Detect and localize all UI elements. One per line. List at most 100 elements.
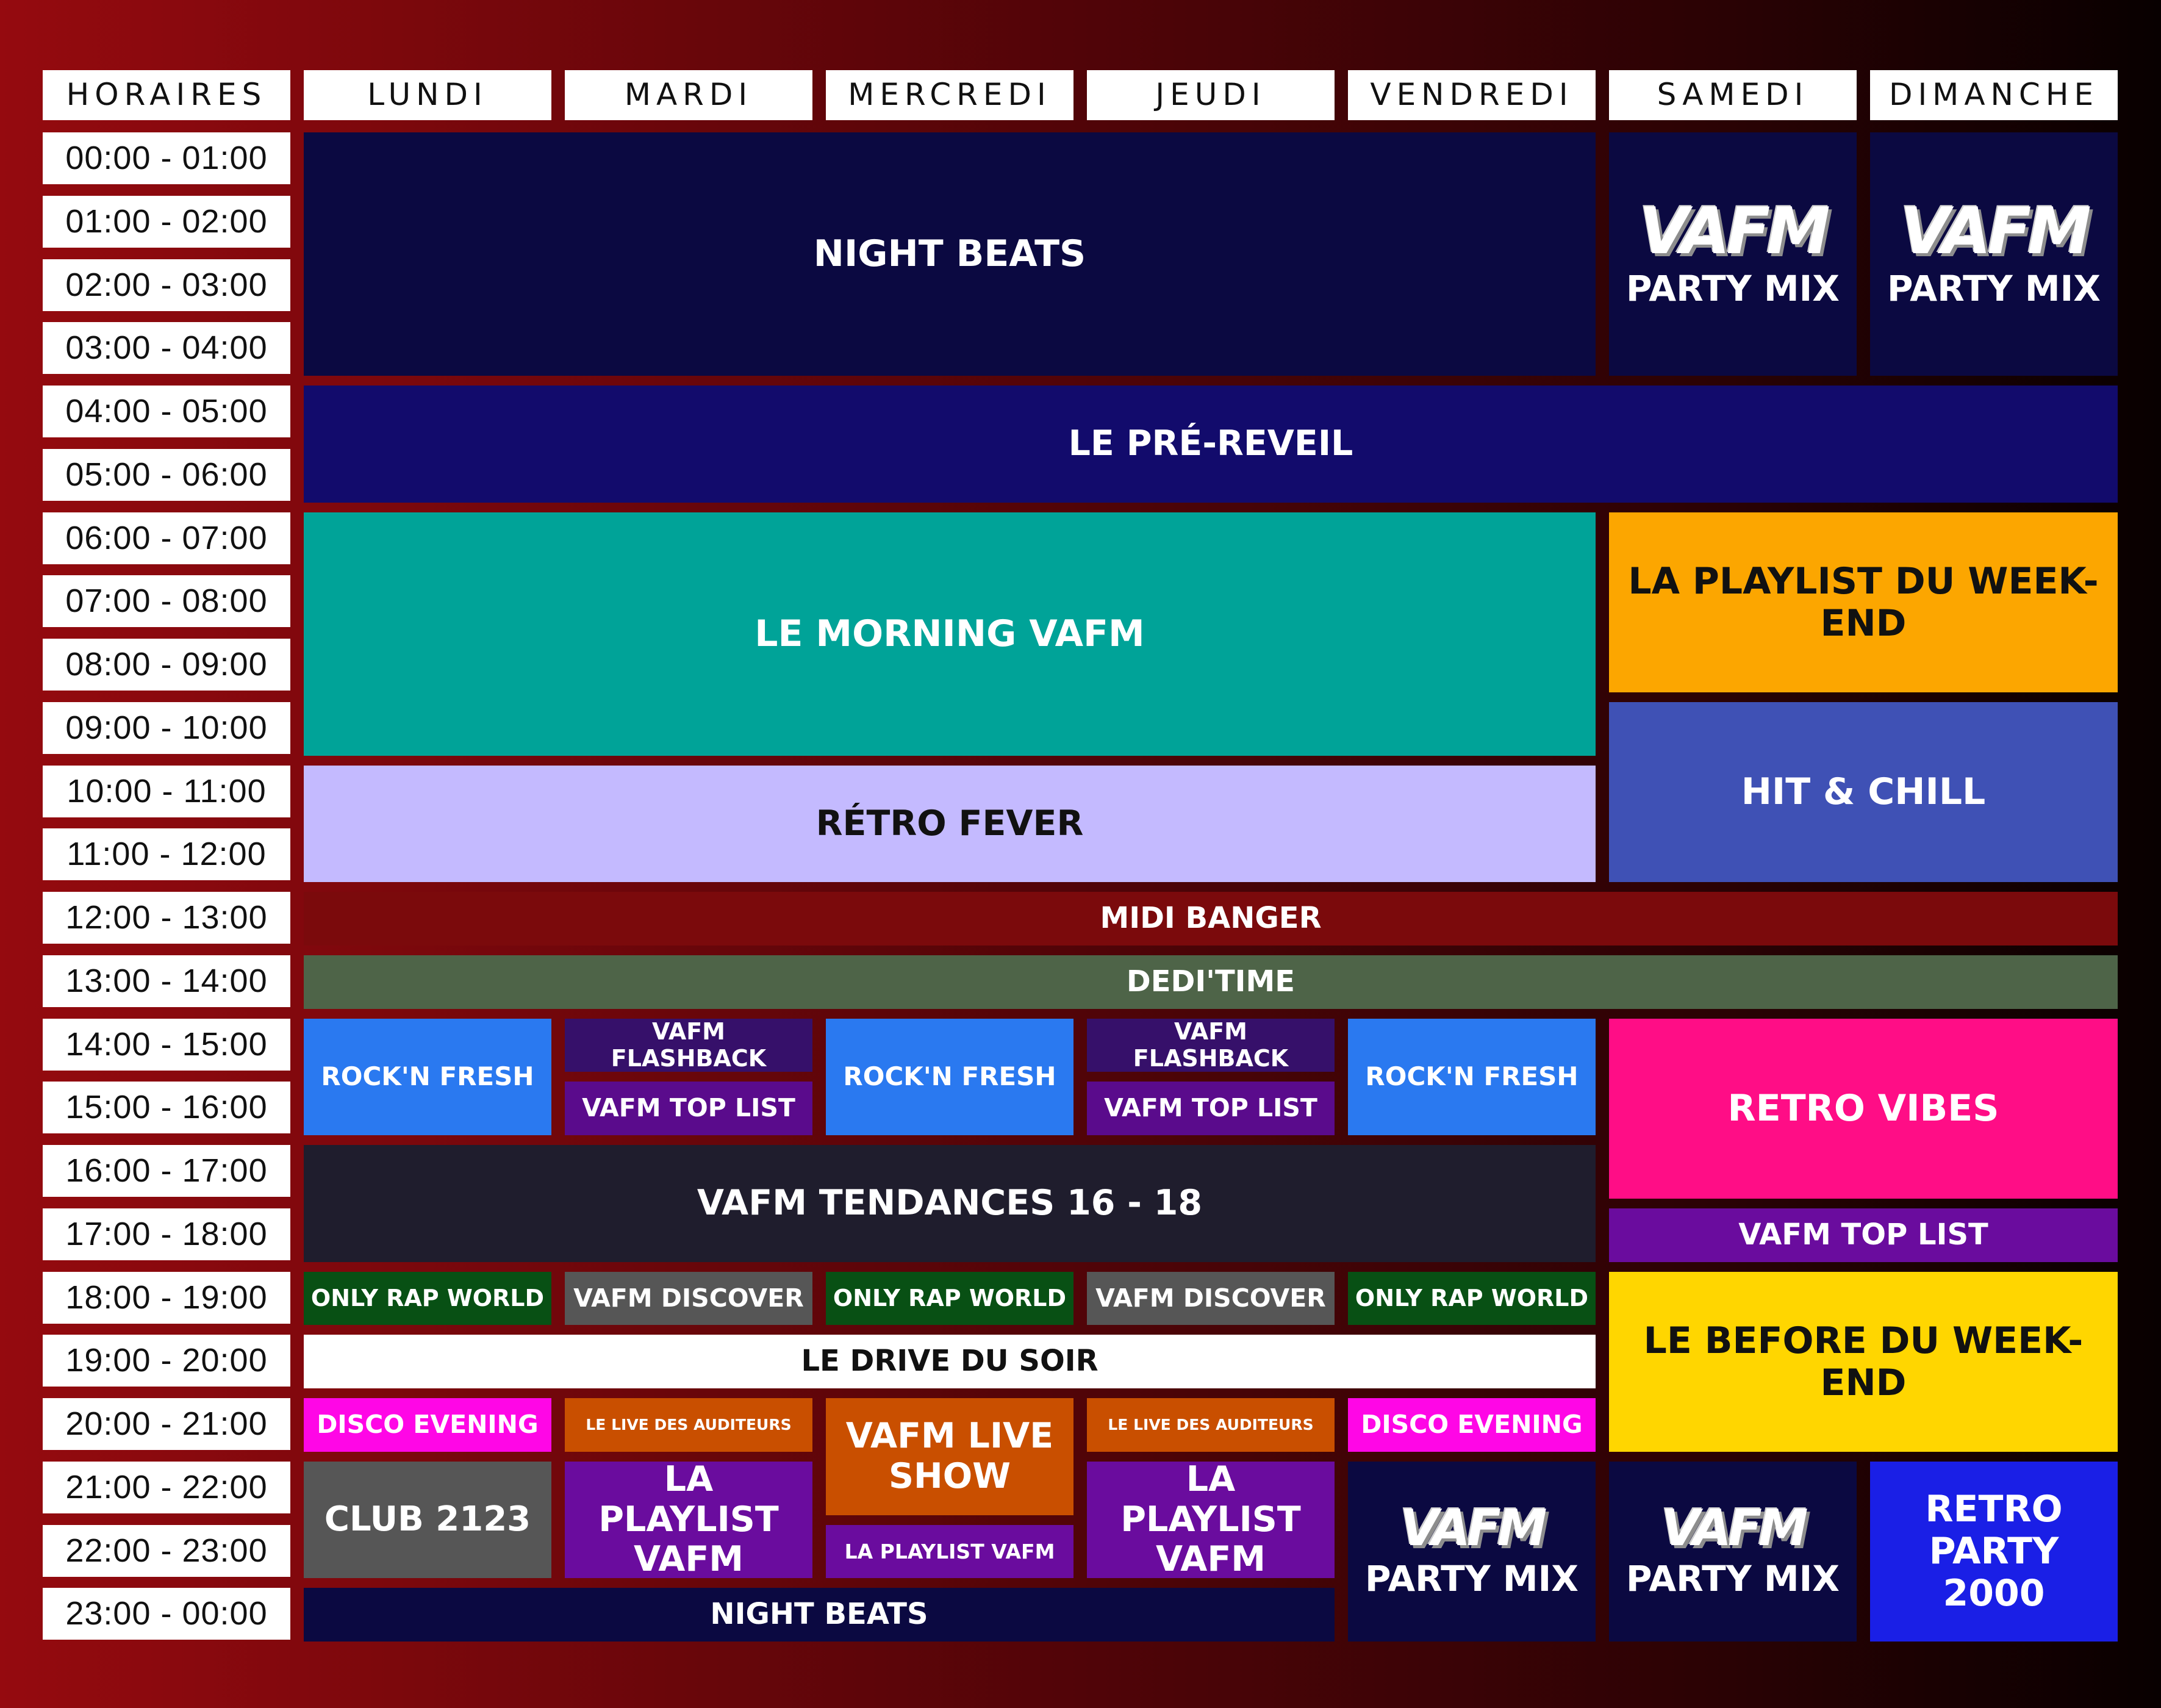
program-la-playlist-du-week-end[interactable]: LA PLAYLIST DU WEEK-END: [1609, 512, 2118, 692]
program-schedule-grid: HORAIRES LUNDI MARDI MERCREDI JEUDI VENDREDI S…: [0, 0, 2161, 1708]
program-party-mix[interactable]: VAFM PARTY MIX: [1609, 1462, 1857, 1642]
program-title: PARTY MIX: [1365, 1558, 1579, 1600]
time-slot: 08:00 - 09:00: [43, 639, 290, 691]
program-title: VAFM TOP LIST: [582, 1093, 795, 1123]
program-vafm-flashback[interactable]: VAFM FLASHBACK: [565, 1019, 812, 1072]
program-vafm-discover[interactable]: VAFM DISCOVER: [565, 1272, 812, 1325]
program-retro-fever[interactable]: RÉTRO FEVER: [304, 766, 1596, 882]
time-slot: 20:00 - 21:00: [43, 1398, 290, 1450]
program-title: ONLY RAP WORLD: [310, 1284, 545, 1312]
program-title: ROCK'N FRESH: [321, 1061, 534, 1092]
program-retro-vibes[interactable]: RETRO VIBES: [1609, 1019, 2118, 1199]
program-vafm-top-list[interactable]: VAFM TOP LIST: [1609, 1208, 2118, 1262]
time-slot: 22:00 - 23:00: [43, 1525, 290, 1577]
header-day-samedi: SAMEDI: [1609, 70, 1857, 120]
program-title: MIDI BANGER: [1100, 901, 1322, 936]
time-slot: 16:00 - 17:00: [43, 1145, 290, 1197]
program-vafm-live-show[interactable]: VAFM LIVE SHOW: [826, 1398, 1073, 1515]
program-only-rap-world[interactable]: ONLY RAP WORLD: [826, 1272, 1073, 1325]
program-title: ROCK'N FRESH: [1365, 1061, 1579, 1092]
program-title: NIGHT BEATS: [813, 232, 1086, 275]
time-slot: 21:00 - 22:00: [43, 1462, 290, 1513]
program-title: CLUB 2123: [324, 1499, 531, 1540]
program-disco-evening[interactable]: DISCO EVENING: [304, 1398, 551, 1452]
program-title: VAFM TOP LIST: [1104, 1093, 1317, 1123]
time-slot: 23:00 - 00:00: [43, 1588, 290, 1640]
program-disco-evening[interactable]: DISCO EVENING: [1348, 1398, 1596, 1452]
program-la-playlist-vafm[interactable]: LA PLAYLIST VAFM: [565, 1462, 812, 1578]
program-party-mix[interactable]: VAFM PARTY MIX: [1609, 132, 1857, 376]
time-slot: 12:00 - 13:00: [43, 892, 290, 944]
time-slot: 11:00 - 12:00: [43, 828, 290, 880]
header-day-vendredi: VENDREDI: [1348, 70, 1596, 120]
time-slot: 13:00 - 14:00: [43, 955, 290, 1007]
program-only-rap-world[interactable]: ONLY RAP WORLD: [304, 1272, 551, 1325]
program-party-mix[interactable]: VAFM PARTY MIX: [1348, 1462, 1596, 1642]
program-le-drive-du-soir[interactable]: LE DRIVE DU SOIR: [304, 1335, 1596, 1388]
program-title: VAFM TOP LIST: [1738, 1218, 1988, 1252]
program-title: VAFM DISCOVER: [573, 1283, 804, 1313]
time-slot: 03:00 - 04:00: [43, 322, 290, 374]
program-title: HIT & CHILL: [1741, 770, 1986, 813]
program-title: ROCK'N FRESH: [843, 1061, 1056, 1092]
program-club-2123[interactable]: CLUB 2123: [304, 1462, 551, 1578]
program-title: LA PLAYLIST VAFM: [844, 1539, 1055, 1563]
time-slot: 04:00 - 05:00: [43, 386, 290, 437]
program-vafm-top-list[interactable]: VAFM TOP LIST: [1087, 1082, 1335, 1135]
program-le-live-des-auditeurs[interactable]: LE LIVE DES AUDITEURS: [565, 1398, 812, 1452]
program-title: PARTY MIX: [1626, 267, 1840, 309]
program-retro-party-2000[interactable]: RETRO PARTY 2000: [1870, 1462, 2118, 1642]
program-la-playlist-vafm[interactable]: LA PLAYLIST VAFM: [826, 1525, 1073, 1578]
program-le-live-des-auditeurs[interactable]: LE LIVE DES AUDITEURS: [1087, 1398, 1335, 1452]
time-slot: 19:00 - 20:00: [43, 1335, 290, 1387]
program-title: ONLY RAP WORLD: [833, 1284, 1067, 1312]
program-title: LA PLAYLIST VAFM: [1120, 1462, 1301, 1578]
program-title: PARTY MIX: [1887, 267, 2101, 309]
program-rock-n-fresh[interactable]: ROCK'N FRESH: [826, 1019, 1073, 1135]
program-title: DISCO EVENING: [317, 1410, 539, 1440]
program-le-pre-reveil[interactable]: LE PRÉ-REVEIL: [304, 386, 2118, 503]
program-dedi-time[interactable]: DEDI'TIME: [304, 955, 2118, 1009]
time-slot: 00:00 - 01:00: [43, 132, 290, 184]
program-midi-banger[interactable]: MIDI BANGER: [304, 892, 2118, 946]
program-night-beats[interactable]: NIGHT BEATS: [304, 132, 1596, 376]
program-title: LE BEFORE DU WEEK-END: [1643, 1319, 2084, 1404]
time-slot: 06:00 - 07:00: [43, 512, 290, 564]
program-rock-n-fresh[interactable]: ROCK'N FRESH: [1348, 1019, 1596, 1135]
program-title: VAFM LIVE SHOW: [845, 1416, 1054, 1496]
program-vafm-discover[interactable]: VAFM DISCOVER: [1087, 1272, 1335, 1325]
header-day-jeudi: JEUDI: [1087, 70, 1335, 120]
program-night-beats[interactable]: NIGHT BEATS: [304, 1588, 1335, 1642]
time-slot: 14:00 - 15:00: [43, 1019, 290, 1071]
program-title: VAFM TENDANCES 16 - 18: [697, 1183, 1203, 1224]
program-only-rap-world[interactable]: ONLY RAP WORLD: [1348, 1272, 1596, 1325]
vafm-logo-icon: VAFM: [1661, 1499, 1808, 1558]
program-title: LA PLAYLIST DU WEEK-END: [1628, 559, 2099, 645]
program-le-morning-vafm[interactable]: LE MORNING VAFM: [304, 512, 1596, 756]
program-title: RETRO PARTY 2000: [1925, 1488, 2063, 1615]
program-title: LE DRIVE DU SOIR: [801, 1344, 1098, 1379]
header-day-mercredi: MERCREDI: [826, 70, 1073, 120]
header-horaires: HORAIRES: [43, 70, 290, 120]
program-title: LE PRÉ-REVEIL: [1068, 423, 1353, 464]
program-title: LE LIVE DES AUDITEURS: [1108, 1415, 1314, 1434]
program-la-playlist-vafm[interactable]: LA PLAYLIST VAFM: [1087, 1462, 1335, 1578]
program-vafm-top-list[interactable]: VAFM TOP LIST: [565, 1082, 812, 1135]
program-title: DISCO EVENING: [1361, 1410, 1583, 1440]
program-hit-chill[interactable]: HIT & CHILL: [1609, 702, 2118, 882]
time-slot: 10:00 - 11:00: [43, 766, 290, 817]
program-title: VAFM FLASHBACK: [1133, 1019, 1289, 1072]
program-rock-n-fresh[interactable]: ROCK'N FRESH: [304, 1019, 551, 1135]
program-title: LE MORNING VAFM: [754, 612, 1145, 655]
program-title: VAFM DISCOVER: [1095, 1283, 1326, 1313]
header-day-mardi: MARDI: [565, 70, 812, 120]
program-le-before-du-week-end[interactable]: LE BEFORE DU WEEK-END: [1609, 1272, 2118, 1452]
program-title: PARTY MIX: [1626, 1558, 1840, 1600]
time-slot: 09:00 - 10:00: [43, 702, 290, 754]
time-slot: 07:00 - 08:00: [43, 575, 290, 627]
program-vafm-flashback[interactable]: VAFM FLASHBACK: [1087, 1019, 1335, 1072]
program-party-mix[interactable]: VAFM PARTY MIX: [1870, 132, 2118, 376]
vafm-logo-icon: VAFM: [1400, 1499, 1547, 1558]
program-vafm-tendances-16-18[interactable]: VAFM TENDANCES 16 - 18: [304, 1145, 1596, 1262]
program-title: RÉTRO FEVER: [815, 803, 1084, 844]
